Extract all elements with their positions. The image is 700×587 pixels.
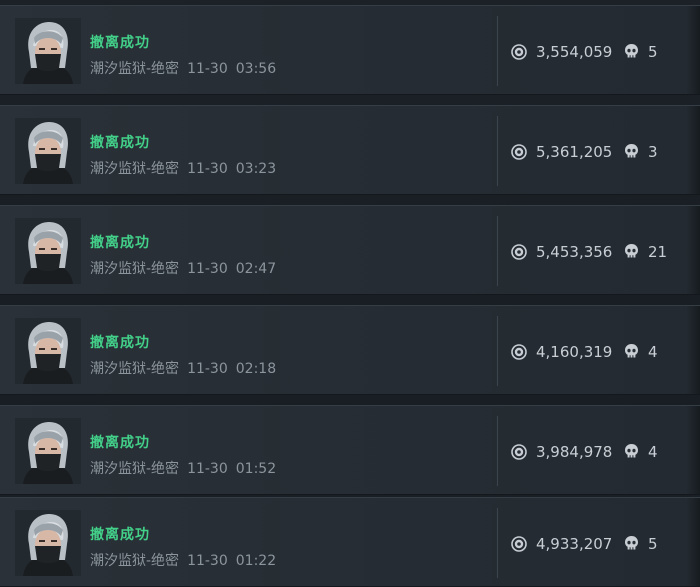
match-meta: 潮汐监狱-绝密 11-30 03:56 — [90, 58, 276, 78]
coin-icon — [511, 44, 527, 60]
map-name: 潮汐监狱-绝密 — [90, 161, 180, 177]
match-date: 11-30 — [187, 261, 228, 277]
map-name: 潮汐监狱-绝密 — [90, 461, 180, 477]
match-record-row[interactable]: 撤离成功 潮汐监狱-绝密 11-30 01:22 4,933,207 5 — [0, 497, 700, 587]
extraction-status: 撤离成功 — [90, 235, 150, 251]
map-name: 潮汐监狱-绝密 — [90, 261, 180, 277]
kill-count: 5 — [648, 43, 658, 61]
kill-count: 3 — [648, 143, 658, 161]
column-divider — [497, 16, 498, 86]
match-date: 11-30 — [187, 61, 228, 77]
match-meta: 潮汐监狱-绝密 11-30 01:52 — [90, 458, 276, 478]
coin-icon — [511, 244, 527, 260]
match-meta: 潮汐监狱-绝密 11-30 01:22 — [90, 550, 276, 570]
kill-count: 21 — [648, 243, 668, 261]
match-meta: 潮汐监狱-绝密 11-30 02:18 — [90, 358, 276, 378]
loot-value: 5,453,356 — [536, 243, 613, 261]
extraction-status: 撤离成功 — [90, 335, 150, 351]
kill-count: 4 — [648, 443, 658, 461]
loot-value: 5,361,205 — [536, 143, 613, 161]
map-name: 潮汐监狱-绝密 — [90, 553, 180, 569]
match-time: 01:52 — [235, 461, 277, 477]
coin-icon — [511, 536, 527, 552]
map-name: 潮汐监狱-绝密 — [90, 61, 180, 77]
extraction-status: 撤离成功 — [90, 435, 150, 451]
match-record-row[interactable]: 撤离成功 潮汐监狱-绝密 11-30 02:18 4,160,319 4 — [0, 305, 700, 395]
extraction-status: 撤离成功 — [90, 35, 150, 51]
skull-icon — [625, 344, 638, 358]
skull-icon — [625, 244, 638, 258]
match-record-row[interactable]: 撤离成功 潮汐监狱-绝密 11-30 02:47 5,453,356 21 — [0, 205, 700, 295]
skull-icon — [625, 444, 638, 458]
match-time: 02:47 — [235, 261, 277, 277]
kill-count: 5 — [648, 535, 658, 553]
loot-value: 3,984,978 — [536, 443, 613, 461]
skull-icon — [625, 536, 638, 550]
avatar — [15, 218, 81, 284]
match-time: 01:22 — [235, 553, 277, 569]
avatar — [15, 318, 81, 384]
avatar — [15, 510, 81, 576]
match-record-row[interactable]: 撤离成功 潮汐监狱-绝密 11-30 03:23 5,361,205 3 — [0, 105, 700, 195]
match-date: 11-30 — [187, 461, 228, 477]
match-history-list: 撤离成功 潮汐监狱-绝密 11-30 03:56 3,554,059 5 撤离成… — [0, 0, 700, 587]
column-divider — [497, 316, 498, 386]
avatar — [15, 118, 81, 184]
coin-icon — [511, 344, 527, 360]
column-divider — [497, 416, 498, 486]
map-name: 潮汐监狱-绝密 — [90, 361, 180, 377]
extraction-status: 撤离成功 — [90, 135, 150, 151]
match-record-row[interactable]: 撤离成功 潮汐监狱-绝密 11-30 01:52 3,984,978 4 — [0, 405, 700, 495]
column-divider — [497, 116, 498, 186]
extraction-status: 撤离成功 — [90, 527, 150, 543]
loot-value: 4,160,319 — [536, 343, 613, 361]
loot-value: 4,933,207 — [536, 535, 613, 553]
avatar — [15, 18, 81, 84]
skull-icon — [625, 144, 638, 158]
coin-icon — [511, 444, 527, 460]
skull-icon — [625, 44, 638, 58]
avatar — [15, 418, 81, 484]
match-time: 03:23 — [235, 161, 277, 177]
match-time: 02:18 — [235, 361, 277, 377]
match-date: 11-30 — [187, 161, 228, 177]
loot-value: 3,554,059 — [536, 43, 613, 61]
match-meta: 潮汐监狱-绝密 11-30 02:47 — [90, 258, 276, 278]
match-record-row[interactable]: 撤离成功 潮汐监狱-绝密 11-30 03:56 3,554,059 5 — [0, 5, 700, 95]
column-divider — [497, 216, 498, 286]
match-time: 03:56 — [235, 61, 277, 77]
match-date: 11-30 — [187, 361, 228, 377]
match-meta: 潮汐监狱-绝密 11-30 03:23 — [90, 158, 276, 178]
kill-count: 4 — [648, 343, 658, 361]
column-divider — [497, 508, 498, 578]
match-date: 11-30 — [187, 553, 228, 569]
coin-icon — [511, 144, 527, 160]
